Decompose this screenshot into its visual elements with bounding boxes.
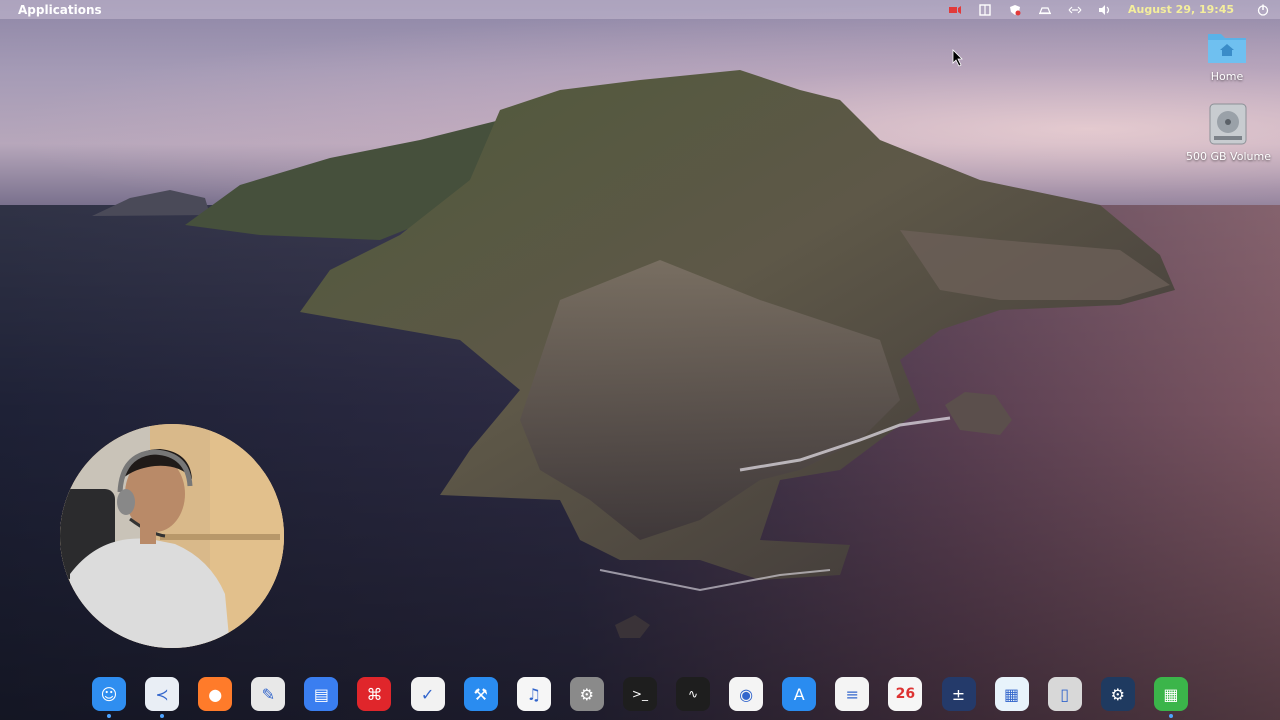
window-icon[interactable] (978, 3, 992, 16)
dock-item-firefox[interactable]: ● (198, 677, 233, 711)
desktop-icon-label: Home (1210, 70, 1244, 83)
dock-item-text-editor[interactable]: ✎ (251, 677, 286, 711)
dock-item-calendar[interactable]: 26 (888, 677, 923, 711)
notification-icon[interactable] (1038, 4, 1052, 16)
dock-item-steam[interactable]: ⚙ (1100, 677, 1135, 711)
system-tray: August 29, 19:45 (948, 0, 1270, 19)
dock-item-spreadsheet[interactable]: ▦ (1153, 677, 1188, 718)
dock-item-music[interactable]: ♫ (516, 677, 551, 711)
spreadsheet-icon: ▦ (1163, 684, 1179, 704)
dock-item-finder[interactable]: ☺ (92, 677, 126, 718)
dock-item-reminders[interactable]: ≡ (835, 677, 870, 711)
system-preferences-icon: ⚙ (579, 684, 595, 704)
terminal-icon: >_ (631, 687, 648, 701)
text-editor-icon: ✎ (261, 684, 275, 704)
document-viewer-icon: ▦ (1004, 684, 1020, 704)
dock-item-xcode-tools[interactable]: ⚒ (463, 677, 498, 711)
folder-home-icon (1208, 34, 1246, 63)
webcam-person-image (60, 424, 284, 648)
dock-item-screenshot[interactable]: ◉ (729, 677, 764, 711)
firefox-icon: ● (208, 684, 223, 704)
hard-drive-icon (1209, 103, 1247, 145)
dock: ☺ ≺ ● ✎ ▤ ⌘ ✓ ⚒ ♫ ⚙ >_ ∿ ◉ A ≡ 26 ± ▦ ▯ ⚙ ▦ (92, 672, 1188, 718)
tasks-icon: ✓ (420, 684, 435, 704)
mouse-cursor-icon (952, 49, 963, 67)
vscode-icon: ≺ (155, 684, 169, 704)
webcam-overlay (60, 424, 284, 648)
dock-item-files[interactable]: ▤ (304, 677, 339, 711)
dock-item-document-viewer[interactable]: ▦ (994, 677, 1029, 711)
power-icon[interactable] (1256, 4, 1270, 16)
dock-item-vscode[interactable]: ≺ (145, 677, 180, 718)
top-menu-bar: Applications August 29, 19:45 (0, 0, 1280, 19)
clock[interactable]: August 29, 19:45 (1128, 3, 1234, 16)
dock-item-tasks[interactable]: ✓ (410, 677, 445, 711)
dock-item-calculator[interactable]: ± (941, 677, 976, 711)
desktop-icon-label: 500 GB Volume (1186, 150, 1271, 163)
dock-item-system-preferences[interactable]: ⚙ (569, 677, 604, 711)
xcode-tools-icon: ⚒ (473, 684, 488, 704)
calculator-icon: ± (951, 684, 966, 704)
files-icon: ▤ (313, 684, 329, 704)
activity-monitor-icon: ∿ (688, 687, 699, 701)
dock-item-trash[interactable]: ▯ (1047, 677, 1082, 711)
app-store-icon: A (793, 684, 805, 704)
trash-icon: ▯ (1060, 684, 1070, 704)
desktop-home-folder[interactable]: Home (1205, 28, 1249, 83)
dock-item-activity-monitor[interactable]: ∿ (676, 677, 711, 711)
dock-item-app-store[interactable]: A (782, 677, 817, 711)
running-indicator (1168, 714, 1173, 718)
volume-icon[interactable] (1098, 4, 1112, 16)
network-icon[interactable] (1068, 4, 1082, 16)
applications-label: Applications (18, 2, 102, 17)
music-icon: ♫ (526, 684, 541, 704)
record-icon[interactable] (948, 4, 962, 16)
screenshot-icon: ◉ (739, 684, 754, 704)
calendar-icon: 26 (895, 686, 916, 702)
dock-item-pdf-reader[interactable]: ⌘ (357, 677, 392, 711)
desktop-volume[interactable]: 500 GB Volume (1186, 102, 1271, 163)
applications-menu[interactable]: Applications (12, 3, 102, 17)
shield-icon[interactable] (1008, 4, 1022, 16)
dock-item-terminal[interactable]: >_ (622, 677, 657, 711)
steam-icon: ⚙ (1110, 684, 1125, 704)
finder-icon: ☺ (100, 684, 118, 704)
pdf-reader-icon: ⌘ (366, 684, 383, 704)
reminders-icon: ≡ (845, 684, 860, 704)
running-indicator (107, 714, 111, 718)
